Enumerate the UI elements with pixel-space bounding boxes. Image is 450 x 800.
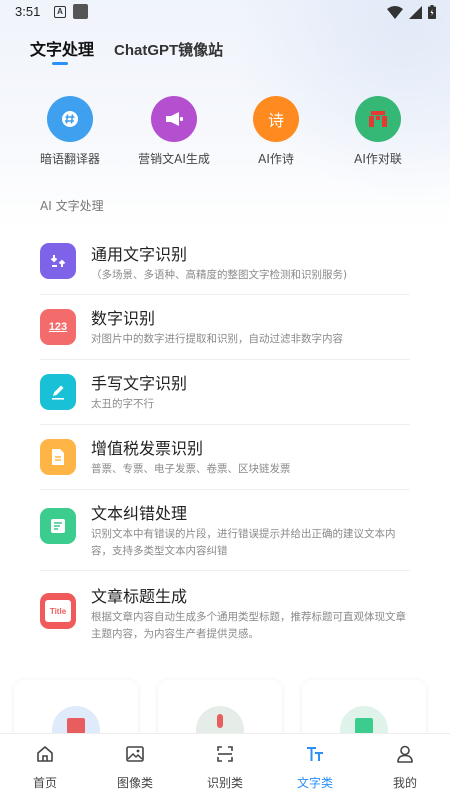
text-recognition-icon [40, 243, 76, 279]
card-glyph [217, 714, 223, 728]
nav-image[interactable]: 图像类 [90, 743, 180, 791]
status-indicators [387, 5, 436, 19]
quick-tools: 暗语翻译器 营销文AI生成 诗 AI作诗 AI作对联 [0, 96, 450, 176]
feature-title: 通用文字识别 [91, 245, 188, 264]
tool-marketing-ai[interactable]: 营销文AI生成 [124, 96, 224, 167]
tool-label: AI作诗 [258, 152, 294, 166]
feature-number-ocr[interactable]: 123 数字识别 对图片中的数字进行提取和识别，自动过滤非数字内容 [40, 295, 410, 360]
feature-title-generation[interactable]: Title 文章标题生成 根据文章内容自动生成多个通用类型标题，推荐标题可直观体… [40, 571, 410, 656]
scan-icon [180, 743, 270, 765]
top-tabs: 文字处理 ChatGPT镜像站 [30, 36, 223, 60]
nav-label: 识别类 [206, 776, 243, 790]
feature-title: 文本纠错处理 [91, 504, 188, 523]
feature-description: （多场景、多语种、高精度的整图文字检测和识别服务) [91, 269, 348, 281]
feature-handwriting-ocr[interactable]: 手写文字识别 太丑的字不行 [40, 360, 410, 425]
title-icon-card: Title [45, 600, 71, 622]
title-icon: Title [40, 593, 76, 629]
nav-label: 图像类 [116, 776, 153, 790]
notification-a-icon: A [54, 6, 66, 18]
user-icon [360, 743, 450, 765]
signal-icon [409, 5, 422, 19]
image-icon [90, 743, 180, 765]
nav-recognition[interactable]: 识别类 [180, 743, 270, 791]
tool-ai-poem[interactable]: 诗 AI作诗 [226, 96, 326, 167]
nav-label: 我的 [392, 776, 417, 790]
feature-text-correction[interactable]: 文本纠错处理 识别文本中有错误的片段，进行错误提示并给出正确的建议文本内容，支持… [40, 490, 410, 571]
number-glyph: 123 [48, 321, 68, 333]
tool-label: AI作对联 [354, 152, 402, 166]
feature-description: 对图片中的数字进行提取和识别，自动过滤非数字内容 [91, 333, 343, 345]
feature-list: 通用文字识别 （多场景、多语种、高精度的整图文字检测和识别服务) 123 数字识… [40, 229, 410, 656]
feature-description: 识别文本中有错误的片段，进行错误提示并给出正确的建议文本内容，支持多类型文本内容… [91, 528, 396, 557]
feature-title: 手写文字识别 [91, 374, 188, 393]
nav-label: 首页 [32, 776, 57, 790]
text-icon [270, 743, 360, 765]
number-icon: 123 [40, 309, 76, 345]
nav-profile[interactable]: 我的 [360, 743, 450, 791]
feature-description: 根据文章内容自动生成多个通用类型标题，推荐标题可直观体现文章主题内容，为内容生产… [91, 611, 406, 640]
notification-app-icon [73, 4, 88, 19]
feature-title: 增值税发票识别 [91, 439, 204, 458]
hash-icon [47, 96, 93, 142]
feature-vat-invoice-ocr[interactable]: 增值税发票识别 普票、专票、电子发票、卷票、区块链发票 [40, 425, 410, 490]
battery-icon [428, 5, 436, 19]
nav-label: 文字类 [296, 776, 333, 790]
tool-label: 营销文AI生成 [138, 152, 210, 166]
title-glyph: Title [49, 606, 67, 616]
poem-icon: 诗 [253, 96, 299, 142]
invoice-icon [40, 439, 76, 475]
megaphone-icon [151, 96, 197, 142]
pen-icon [40, 374, 76, 410]
card-glyph [355, 718, 373, 734]
card-glyph [67, 718, 85, 734]
section-title: AI 文字处理 [40, 199, 104, 213]
status-bar: 3:51 A [0, 0, 450, 26]
home-icon [0, 743, 90, 765]
tab-text-processing[interactable]: 文字处理 [30, 36, 94, 60]
wifi-icon [387, 5, 403, 19]
feature-title: 数字识别 [91, 309, 156, 328]
nav-home[interactable]: 首页 [0, 743, 90, 791]
tool-ai-couplet[interactable]: AI作对联 [328, 96, 428, 167]
status-time: 3:51 [15, 4, 41, 19]
couplet-icon [355, 96, 401, 142]
tool-slang-translator[interactable]: 暗语翻译器 [20, 96, 120, 167]
bottom-nav: 首页 图像类 识别类 文字类 我的 [0, 733, 450, 800]
text-correct-icon [40, 508, 76, 544]
feature-description: 太丑的字不行 [91, 398, 154, 410]
nav-text[interactable]: 文字类 [270, 743, 360, 791]
feature-general-ocr[interactable]: 通用文字识别 （多场景、多语种、高精度的整图文字检测和识别服务) [40, 229, 410, 295]
tool-label: 暗语翻译器 [39, 152, 100, 166]
poem-glyph: 诗 [267, 111, 284, 130]
tab-chatgpt-mirror[interactable]: ChatGPT镜像站 [114, 39, 223, 60]
feature-title: 文章标题生成 [91, 587, 188, 606]
active-tab-indicator [52, 62, 68, 65]
feature-description: 普票、专票、电子发票、卷票、区块链发票 [91, 463, 291, 475]
